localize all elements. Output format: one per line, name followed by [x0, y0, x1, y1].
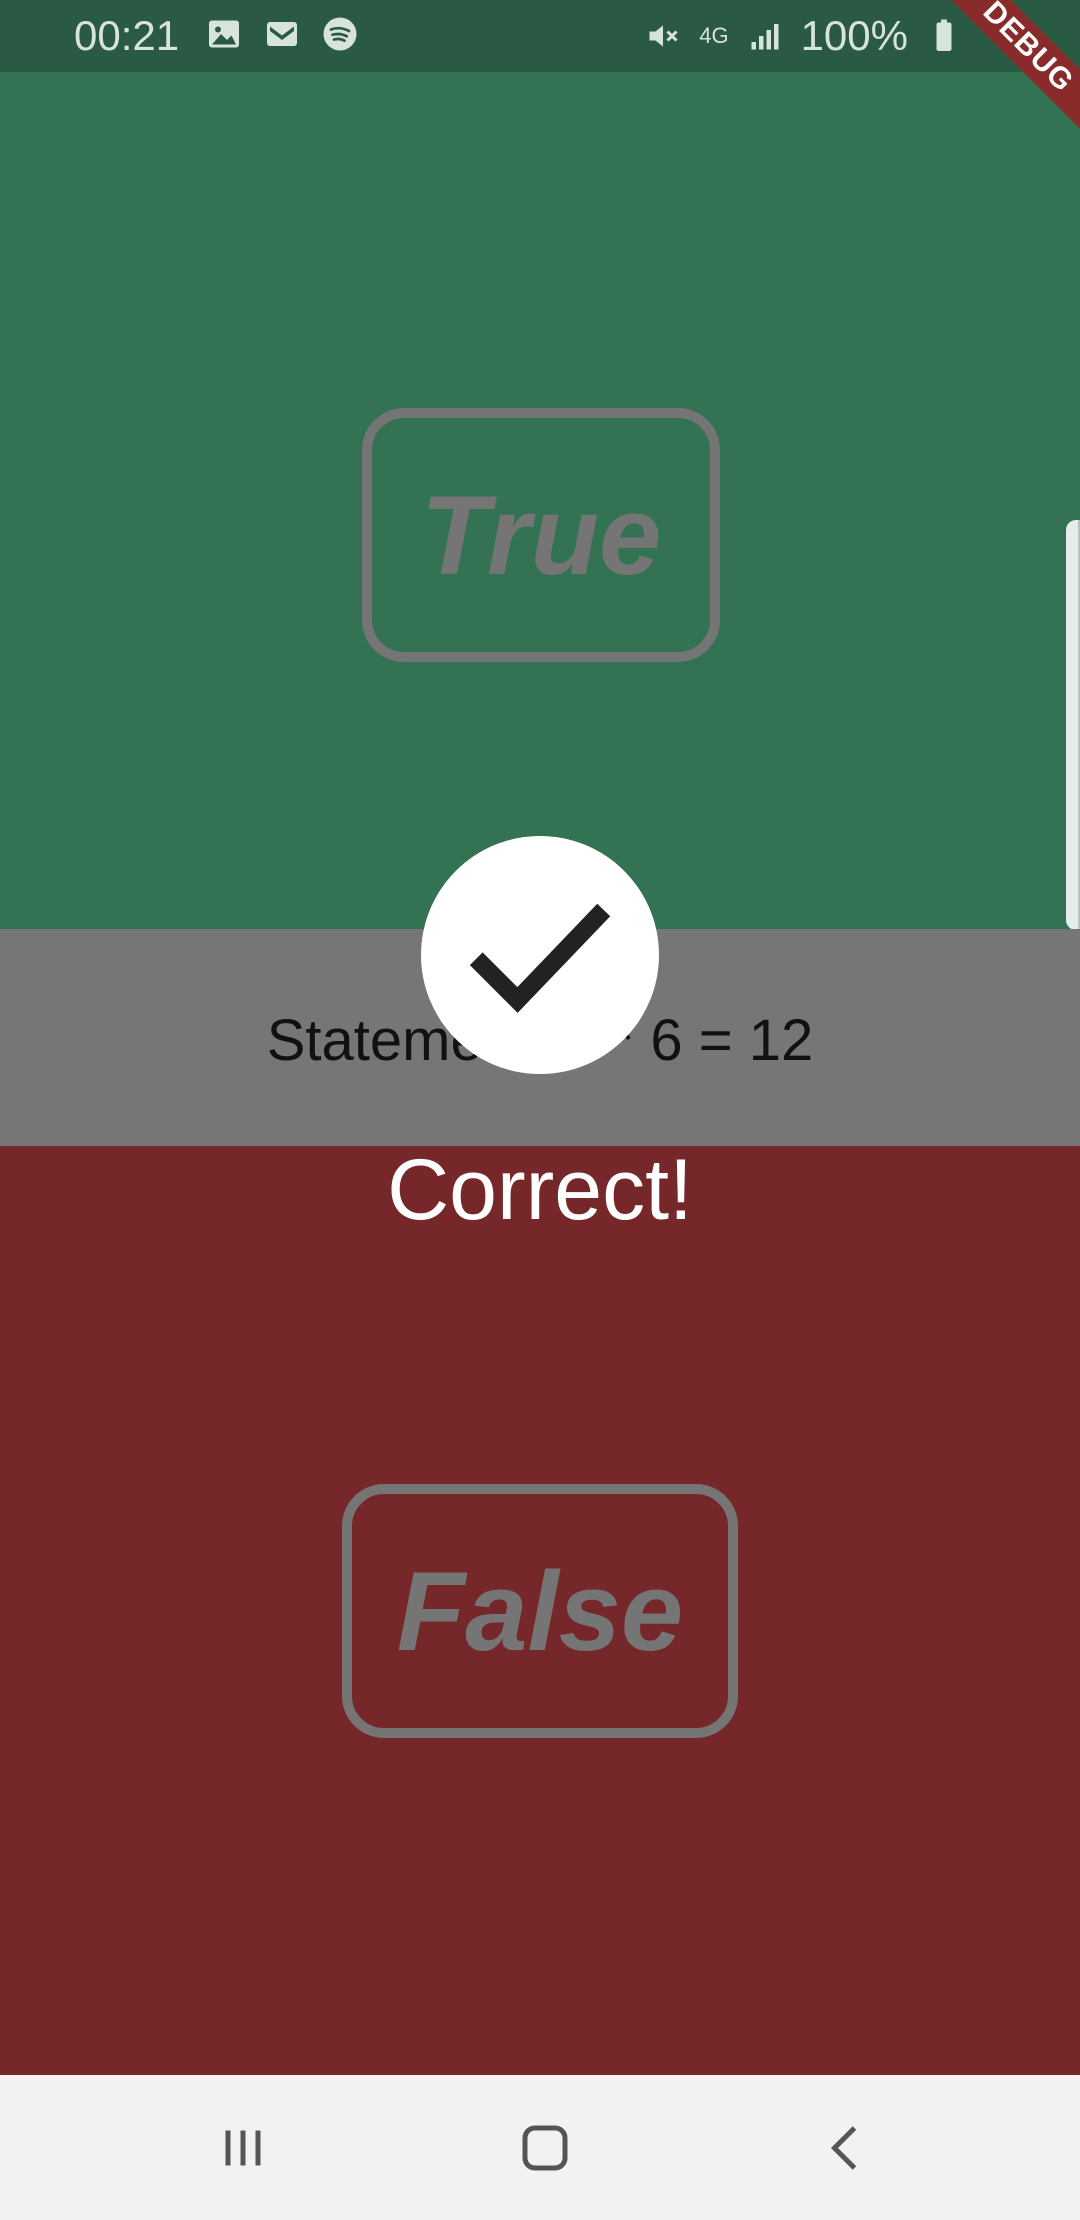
home-icon	[522, 2125, 568, 2170]
network-type: 4G	[699, 23, 729, 48]
gallery-icon	[209, 20, 239, 48]
true-button[interactable]: True	[362, 408, 720, 662]
battery-icon	[936, 19, 952, 51]
false-button-label: False	[396, 1548, 684, 1674]
spotify-icon	[323, 17, 357, 51]
battery-percent: 100%	[800, 12, 908, 59]
checkmark-icon	[469, 903, 611, 1013]
false-button[interactable]: False	[342, 1484, 738, 1738]
back-button[interactable]	[777, 2075, 917, 2220]
home-button[interactable]	[475, 2075, 615, 2220]
feedback-message: Correct!	[387, 1142, 693, 1238]
navigation-bar	[0, 2075, 1080, 2220]
back-icon	[830, 2125, 857, 2170]
true-panel[interactable]: True	[0, 72, 1080, 930]
false-panel[interactable]: False	[0, 1146, 1080, 2075]
mute-icon	[649, 25, 678, 47]
recents-button[interactable]	[173, 2075, 313, 2220]
status-bar: 00:21 4G 100%	[0, 0, 1080, 72]
true-button-label: True	[420, 472, 662, 598]
status-time: 00:21	[74, 12, 180, 59]
edge-panel-handle[interactable]	[1066, 520, 1080, 930]
gmail-icon	[267, 22, 297, 46]
feedback-badge	[421, 836, 659, 1074]
signal-icon	[751, 24, 779, 50]
recents-icon	[225, 2130, 261, 2165]
